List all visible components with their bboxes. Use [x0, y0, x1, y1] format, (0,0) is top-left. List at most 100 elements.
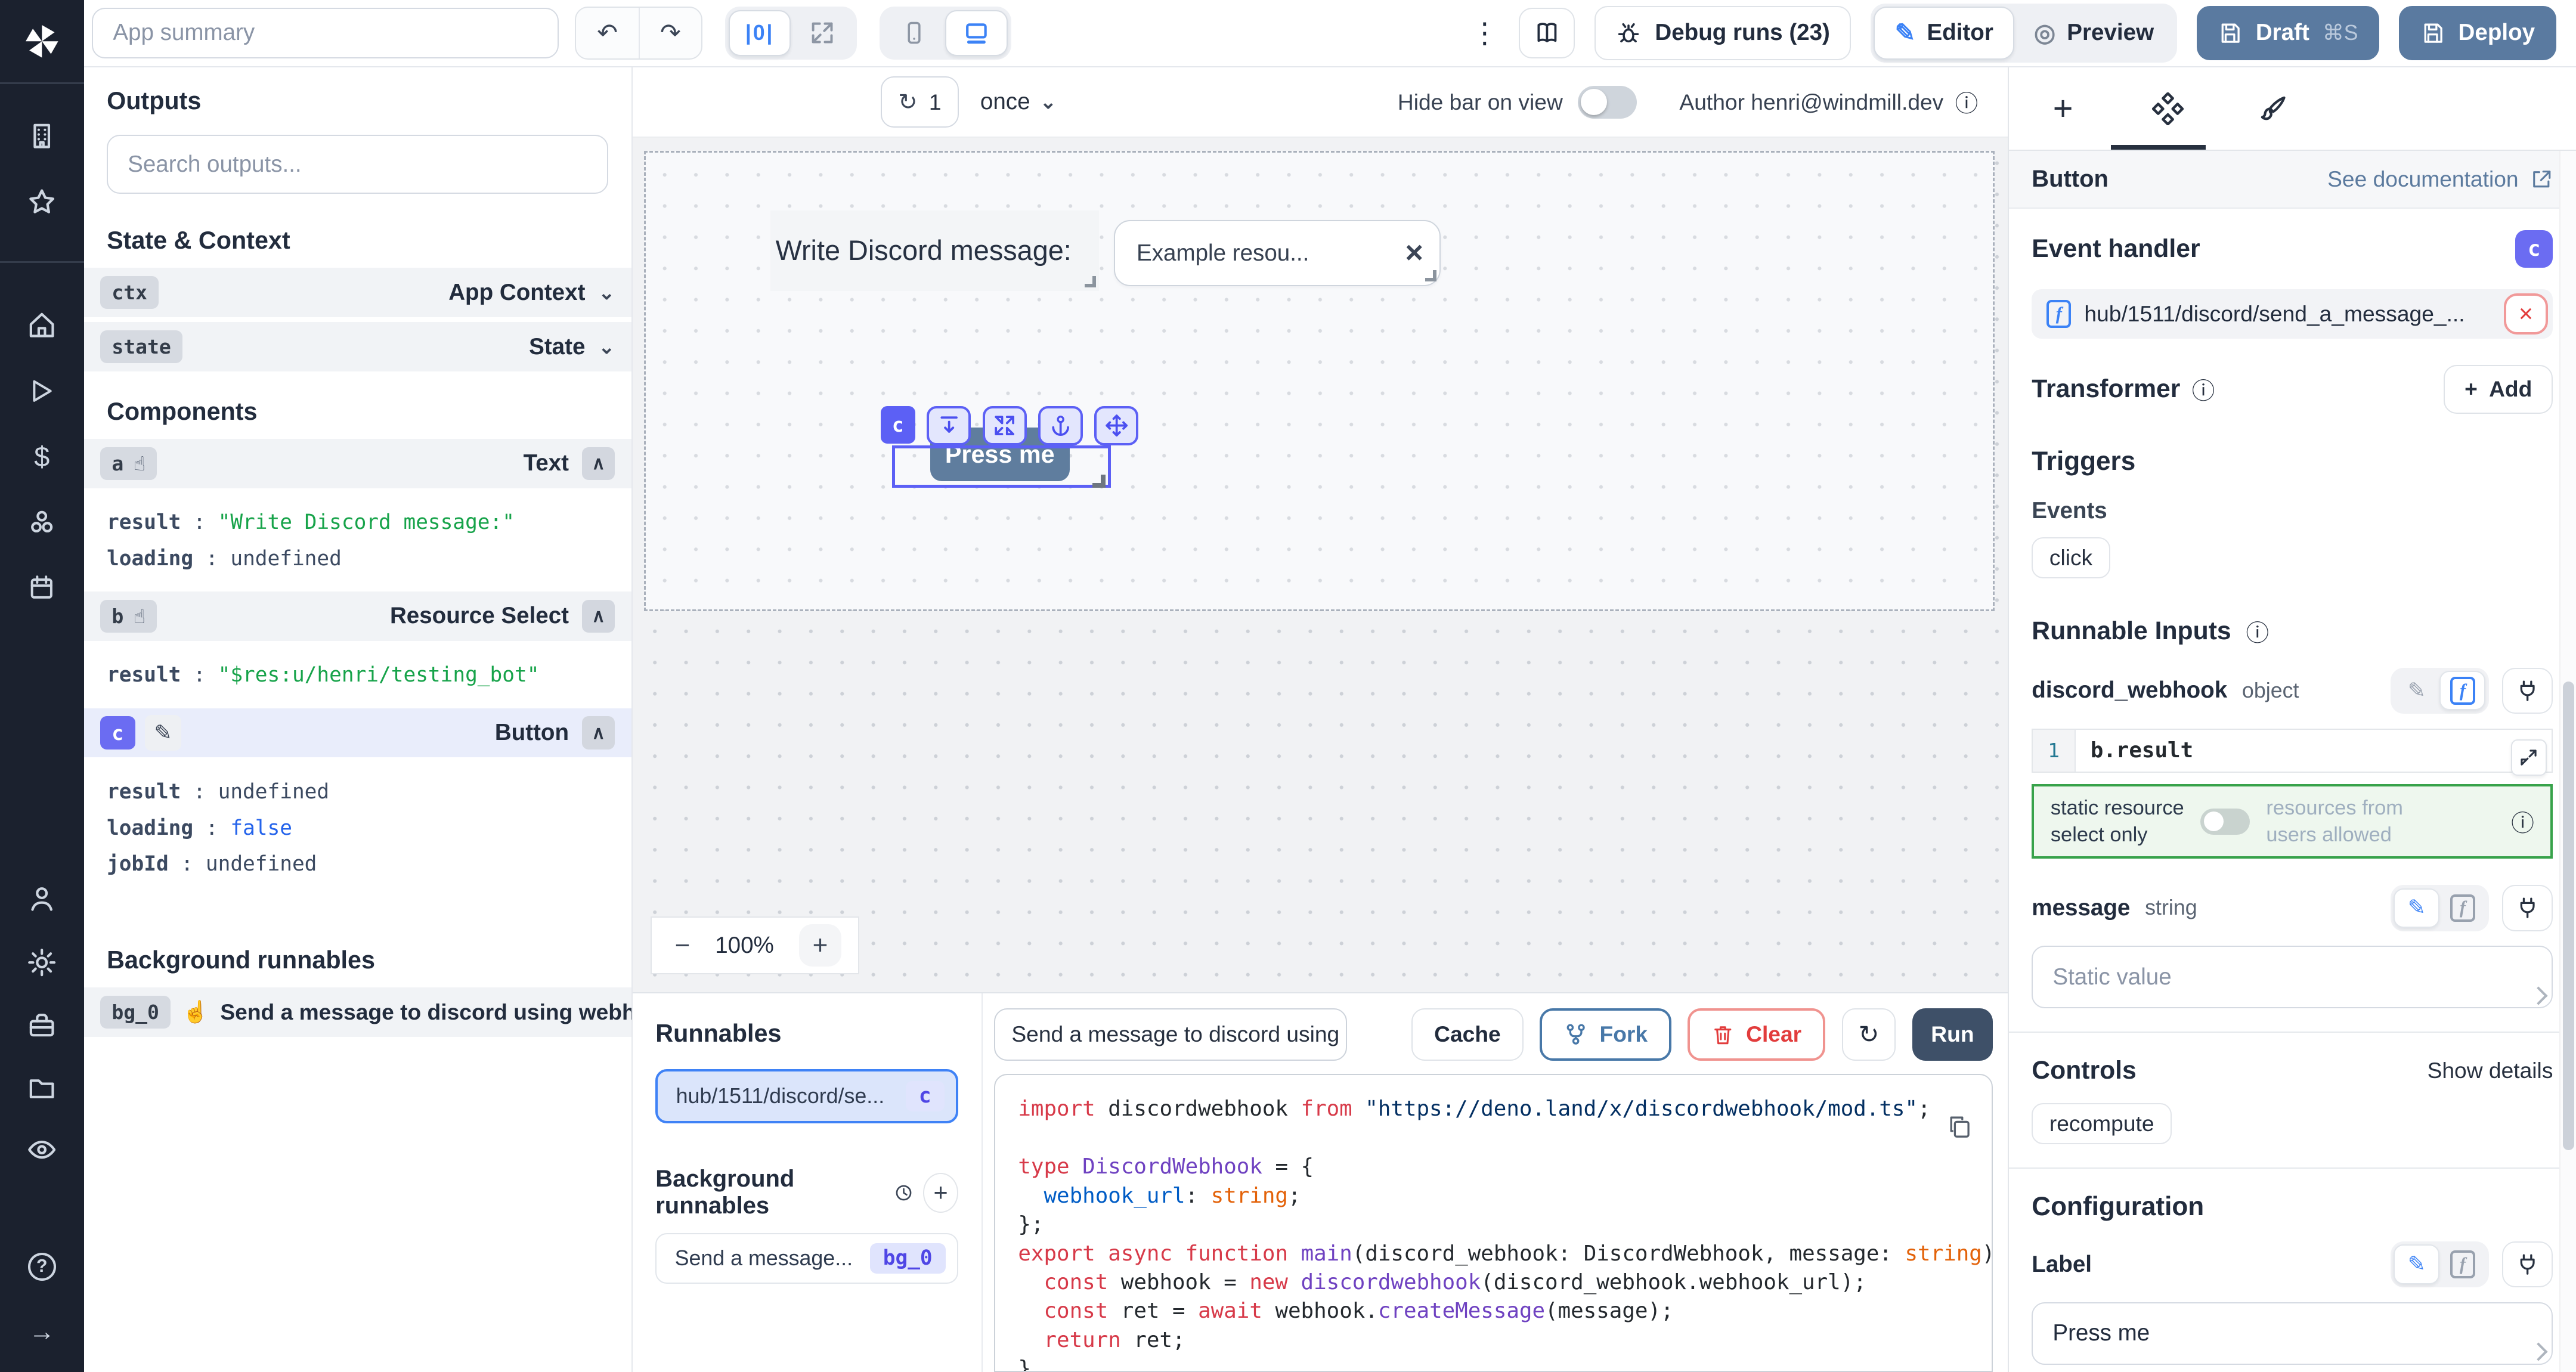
- app-canvas[interactable]: Write Discord message: Example resou... …: [633, 138, 2008, 992]
- resources-icon[interactable]: [0, 490, 84, 555]
- collapse-chevron-icon[interactable]: ∧: [582, 600, 615, 633]
- info-icon[interactable]: ⓘ: [2511, 805, 2534, 838]
- copy-code-icon[interactable]: [1948, 1114, 1972, 1139]
- static-mode-button[interactable]: ✎: [2394, 888, 2439, 928]
- resource-select-component[interactable]: Example resou... ×: [1114, 220, 1441, 286]
- chevron-down-icon[interactable]: ⌄: [598, 335, 615, 359]
- add-background-runnable-button[interactable]: +: [923, 1173, 958, 1212]
- loading-value[interactable]: false: [230, 816, 292, 840]
- eval-mode-button[interactable]: f: [2439, 671, 2485, 710]
- draft-button[interactable]: Draft⌘S: [2197, 6, 2380, 60]
- search-outputs-input[interactable]: Search outputs...: [107, 135, 608, 194]
- favorites-star-icon[interactable]: [0, 169, 84, 235]
- info-icon[interactable]: ⓘ: [2192, 373, 2215, 406]
- workspace-building-icon[interactable]: [0, 104, 84, 169]
- bounded-view-button[interactable]: |0|: [729, 10, 791, 56]
- result-value[interactable]: undefined: [218, 780, 330, 804]
- textarea-resize-icon[interactable]: [2529, 986, 2548, 1005]
- info-icon[interactable]: ⓘ: [1955, 85, 1979, 119]
- redo-button[interactable]: ↷: [639, 8, 701, 58]
- insert-below-button[interactable]: [927, 406, 971, 445]
- collapse-chevron-icon[interactable]: ∧: [582, 716, 615, 749]
- toolbox-icon[interactable]: [0, 994, 84, 1057]
- clear-selection-icon[interactable]: ×: [1405, 237, 1423, 268]
- expand-editor-button[interactable]: [2511, 739, 2547, 776]
- component-row-c-selected[interactable]: c ✎ Button∧: [84, 708, 631, 758]
- fork-button[interactable]: Fork: [1540, 1008, 1671, 1061]
- result-value[interactable]: "$res:u/henri/testing_bot": [218, 663, 540, 687]
- see-documentation-link[interactable]: See documentation: [2327, 166, 2553, 192]
- component-settings-tab[interactable]: [2150, 92, 2187, 125]
- hide-bar-toggle[interactable]: [1578, 86, 1637, 119]
- zoom-out-button[interactable]: −: [675, 931, 691, 961]
- output-row-ctx[interactable]: ctx App Context⌄: [84, 268, 631, 317]
- scrollbar-thumb[interactable]: [2563, 682, 2574, 1150]
- resize-handle[interactable]: [1085, 276, 1096, 287]
- full-width-button[interactable]: [791, 10, 853, 56]
- more-menu-button[interactable]: ⋮: [1470, 17, 1500, 49]
- connect-plug-button[interactable]: [2502, 885, 2553, 931]
- eval-mode-button[interactable]: f: [2439, 1244, 2485, 1284]
- connect-plug-button[interactable]: [2502, 1241, 2553, 1287]
- text-component[interactable]: Write Discord message:: [770, 210, 1099, 291]
- textarea-resize-icon[interactable]: [2529, 1343, 2548, 1361]
- home-icon[interactable]: [0, 292, 84, 358]
- background-runnable-item[interactable]: Send a message... bg_0: [655, 1233, 958, 1284]
- resource-mode-toggle[interactable]: [2200, 809, 2250, 835]
- event-handler-runnable[interactable]: f hub/1511/discord/send_a_message_... ×: [2032, 289, 2553, 339]
- mobile-view-button[interactable]: [883, 10, 946, 56]
- resize-handle[interactable]: [1425, 270, 1436, 281]
- runnable-item-selected[interactable]: hub/1511/discord/se... c: [655, 1069, 958, 1123]
- edit-id-pencil-icon[interactable]: ✎: [145, 715, 181, 751]
- label-value-input[interactable]: Press me: [2032, 1302, 2553, 1365]
- editor-tab[interactable]: ✎Editor: [1874, 7, 2014, 59]
- eval-mode-button[interactable]: f: [2439, 888, 2485, 928]
- add-transformer-button[interactable]: +Add: [2444, 365, 2553, 414]
- settings-gear-icon[interactable]: [0, 931, 84, 994]
- expression-editor[interactable]: 1 b.result: [2032, 729, 2553, 773]
- schedules-calendar-icon[interactable]: [0, 555, 84, 621]
- clear-button[interactable]: Clear: [1688, 1008, 1825, 1061]
- collapse-chevron-icon[interactable]: ∧: [582, 447, 615, 480]
- runs-play-icon[interactable]: [0, 358, 84, 424]
- show-details-link[interactable]: Show details: [2428, 1058, 2553, 1083]
- cache-button[interactable]: Cache: [1411, 1008, 1523, 1061]
- audit-eye-icon[interactable]: [0, 1119, 84, 1181]
- documentation-book-button[interactable]: [1519, 8, 1575, 58]
- desktop-view-button[interactable]: [945, 10, 1008, 56]
- help-icon[interactable]: ?: [0, 1234, 84, 1299]
- code-editor[interactable]: import discordwebhook from "https://deno…: [994, 1074, 1993, 1371]
- debug-runs-button[interactable]: Debug runs (23): [1594, 6, 1851, 60]
- frequency-dropdown[interactable]: once⌄: [980, 89, 1057, 115]
- expand-component-button[interactable]: [983, 406, 1027, 445]
- reload-button[interactable]: ↻: [1842, 1008, 1896, 1061]
- user-icon[interactable]: [0, 866, 84, 931]
- preview-tab[interactable]: ◎Preview: [2014, 7, 2174, 59]
- runnable-name-input[interactable]: Send a message to discord using: [994, 1008, 1347, 1061]
- variables-dollar-icon[interactable]: $: [0, 424, 84, 490]
- run-count-box[interactable]: ↻1: [881, 76, 959, 127]
- result-value[interactable]: "Write Discord message:": [218, 510, 515, 534]
- message-static-value-input[interactable]: Static value: [2032, 946, 2553, 1008]
- component-row-a[interactable]: a☝ Text∧: [84, 439, 631, 488]
- app-summary-input[interactable]: App summary: [92, 8, 558, 58]
- anchor-button[interactable]: [1038, 406, 1082, 445]
- loading-value[interactable]: undefined: [230, 547, 342, 571]
- output-row-state[interactable]: state State⌄: [84, 322, 631, 371]
- zoom-in-button[interactable]: +: [799, 924, 842, 967]
- undo-button[interactable]: ↶: [576, 8, 639, 58]
- jobid-value[interactable]: undefined: [206, 852, 317, 876]
- static-mode-button[interactable]: ✎: [2394, 671, 2439, 710]
- component-id-tab[interactable]: c: [881, 406, 915, 444]
- event-chip-click[interactable]: click: [2032, 537, 2110, 578]
- info-icon[interactable]: ⓘ: [2246, 615, 2269, 648]
- windmill-logo-icon[interactable]: [0, 0, 84, 82]
- remove-handler-button[interactable]: ×: [2504, 293, 2548, 335]
- recompute-chip[interactable]: recompute: [2032, 1103, 2172, 1144]
- folder-icon[interactable]: [0, 1056, 84, 1119]
- collapse-arrow-icon[interactable]: →: [0, 1299, 84, 1365]
- deploy-button[interactable]: Deploy: [2399, 6, 2556, 60]
- panel-scrollbar[interactable]: [2559, 151, 2576, 1371]
- insert-component-tab[interactable]: +: [2045, 89, 2081, 128]
- styling-brush-tab[interactable]: [2255, 93, 2292, 124]
